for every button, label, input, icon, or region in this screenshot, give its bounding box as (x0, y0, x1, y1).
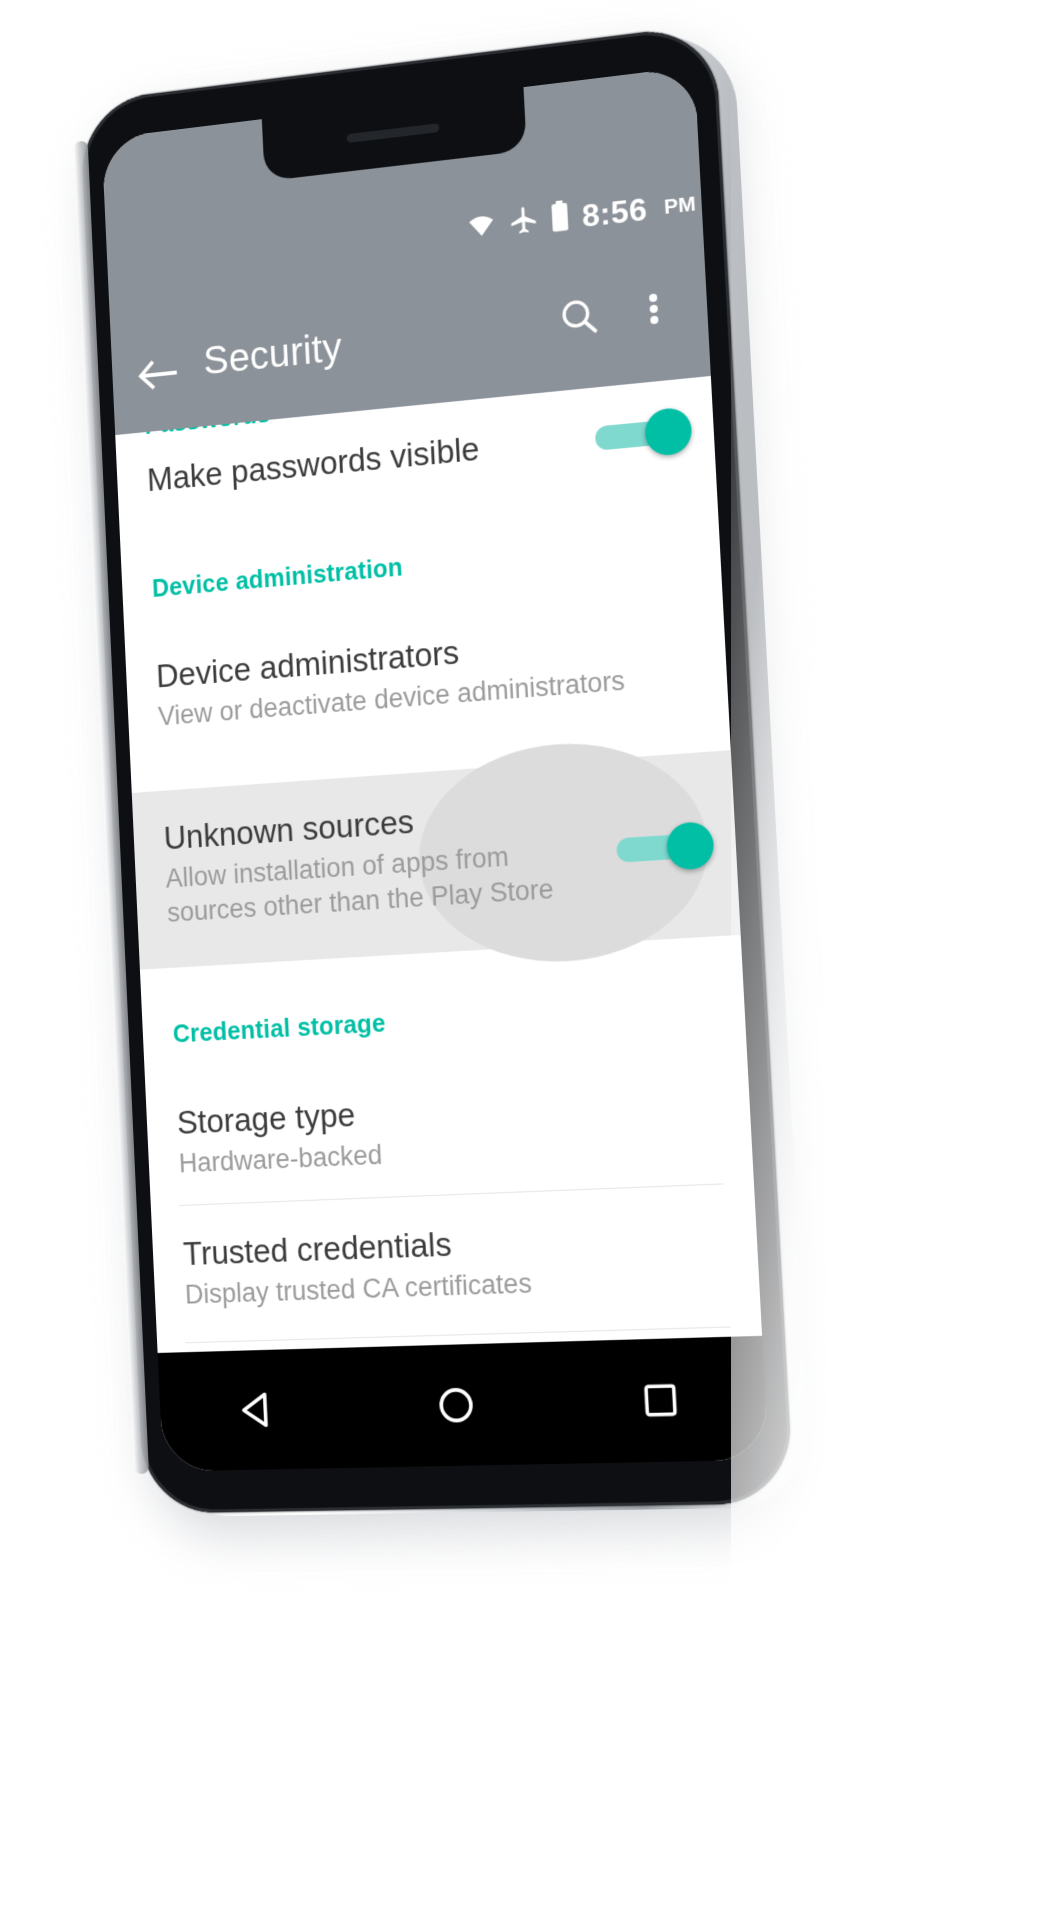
settings-list[interactable]: Passwords Make passwords visible Device … (114, 367, 763, 1353)
row-trusted-credentials[interactable]: Trusted credentials Display trusted CA c… (151, 1183, 762, 1343)
background-sheen (731, 0, 1061, 1920)
switch-knob (665, 820, 715, 871)
android-navigation-bar (157, 1335, 769, 1472)
touch-ripple (413, 733, 714, 970)
toggle-unknown-sources[interactable] (616, 820, 715, 871)
toggle-make-passwords-visible[interactable] (594, 406, 693, 458)
wifi-icon (464, 210, 499, 246)
status-bar-clock: 8:56 (581, 190, 648, 235)
nav-home-circle-icon[interactable] (400, 1348, 514, 1462)
phone-device: 8:56 PM Security Make passwords visible … (73, 23, 813, 1536)
menu-dot (650, 315, 659, 325)
screenshot-stage: 8:56 PM Security Make passwords visible … (0, 0, 1061, 1920)
device-screen: 8:56 PM Security Make passwords visible … (101, 66, 769, 1472)
overflow-menu-icon[interactable] (627, 278, 680, 339)
earpiece-speaker (346, 123, 440, 144)
back-arrow-icon[interactable] (132, 347, 183, 402)
nav-recents-square-icon[interactable] (602, 1342, 719, 1458)
switch-knob (644, 406, 693, 458)
page-title: Security (202, 325, 343, 384)
nav-back-triangle-icon[interactable] (203, 1354, 313, 1466)
